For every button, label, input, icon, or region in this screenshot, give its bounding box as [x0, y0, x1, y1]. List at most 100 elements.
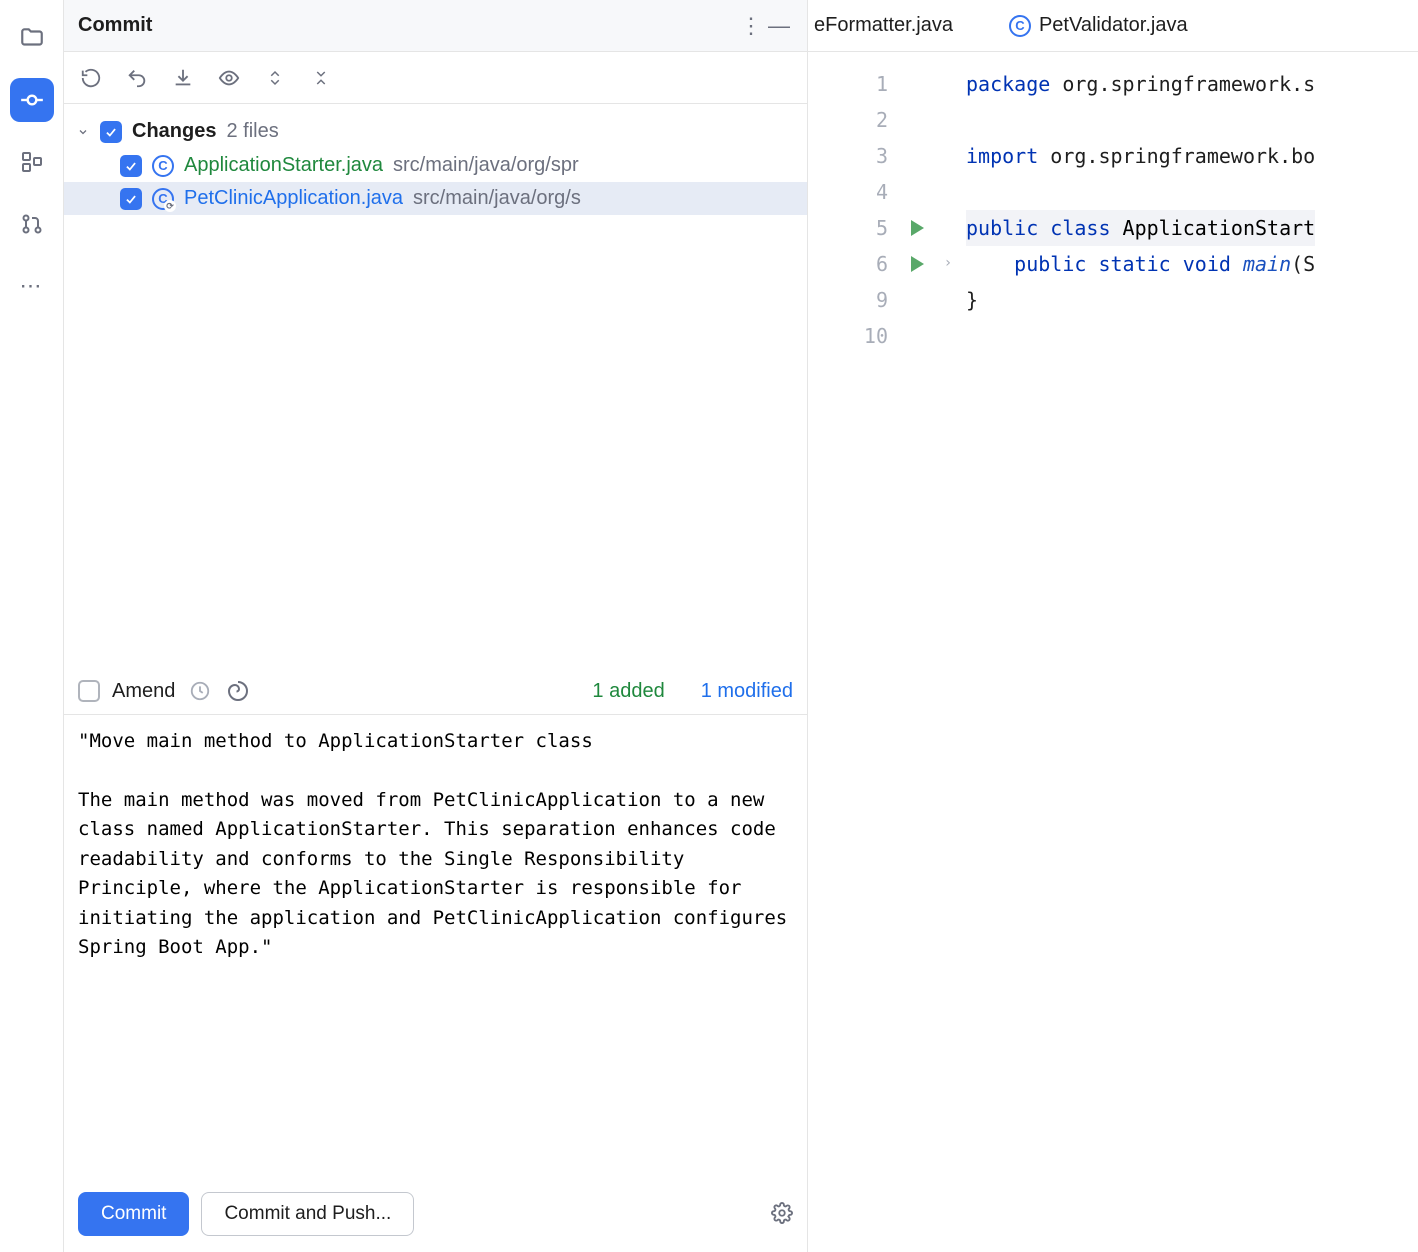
run-icon: [911, 220, 924, 236]
changed-file-row[interactable]: C ApplicationStarter.java src/main/java/…: [64, 149, 807, 182]
clock-icon: [189, 680, 211, 702]
line-number: 4: [808, 174, 888, 210]
line-number: 9: [808, 282, 888, 318]
kebab-icon: ⋮: [740, 13, 762, 39]
fold-gutter: ›: [936, 52, 960, 1252]
group-by-button[interactable]: [308, 65, 334, 91]
rollback-button[interactable]: [124, 65, 150, 91]
ai-assist-button[interactable]: [225, 678, 251, 704]
history-button[interactable]: [187, 678, 213, 704]
pull-request-icon: [20, 212, 44, 236]
changes-tree: Changes 2 files C ApplicationStarter.jav…: [64, 104, 807, 221]
eye-icon: [217, 67, 241, 89]
run-gutter-cell[interactable]: [898, 246, 936, 282]
code-line: public static void main(S: [966, 246, 1315, 282]
commit-panel: Commit ⋮ — Changes 2 files C Application…: [64, 0, 808, 1252]
minimize-icon: —: [768, 13, 790, 39]
run-gutter-cell: [898, 282, 936, 318]
line-number: 5: [808, 210, 888, 246]
changes-group-checkbox[interactable]: [100, 121, 122, 143]
commit-tool-button[interactable]: [10, 78, 54, 122]
chevron-down-icon: [76, 125, 90, 139]
amend-checkbox[interactable]: [78, 680, 100, 702]
fold-gutter-cell: [936, 66, 960, 102]
run-icon: [911, 256, 924, 272]
fold-gutter-cell: [936, 210, 960, 246]
commit-node-icon: [19, 87, 45, 113]
structure-tool-button[interactable]: [10, 140, 54, 184]
tab-petvalidator[interactable]: C PetValidator.java: [981, 0, 1216, 51]
expand-collapse-button[interactable]: [262, 65, 288, 91]
line-number: 3: [808, 138, 888, 174]
editor-tab-bar: eFormatter.java C PetValidator.java: [808, 0, 1418, 52]
fold-gutter-cell[interactable]: ›: [936, 246, 960, 282]
commit-toolbar: [64, 52, 807, 104]
structure-icon: [20, 150, 44, 174]
refresh-icon: [80, 67, 102, 89]
line-number: 2: [808, 102, 888, 138]
ellipsis-icon: ⋯: [20, 273, 44, 299]
class-icon: C: [1009, 15, 1031, 37]
code-line: [966, 102, 1315, 138]
line-number: 10: [808, 318, 888, 354]
line-number-gutter: 123456910: [808, 52, 898, 1252]
code-line: public class ApplicationStart: [966, 210, 1315, 246]
diff-preview-button[interactable]: [216, 65, 242, 91]
collapse-icon: [312, 67, 330, 89]
line-number: 6: [808, 246, 888, 282]
fold-gutter-cell: [936, 282, 960, 318]
shelve-button[interactable]: [170, 65, 196, 91]
code-area[interactable]: package org.springframework.s import org.…: [960, 52, 1315, 1252]
panel-title: Commit: [78, 14, 737, 37]
commit-message-input[interactable]: [64, 714, 807, 1180]
fold-gutter-cell: [936, 174, 960, 210]
file-path: src/main/java/org/s: [413, 187, 581, 210]
amend-bar: Amend 1 added 1 modified: [64, 662, 807, 714]
file-path: src/main/java/org/spr: [393, 154, 579, 177]
commit-footer: Commit Commit and Push...: [64, 1180, 807, 1252]
fold-gutter-cell: [936, 318, 960, 354]
file-checkbox[interactable]: [120, 155, 142, 177]
commit-panel-header: Commit ⋮ —: [64, 0, 807, 52]
line-number: 1: [808, 66, 888, 102]
changes-file-count: 2 files: [226, 120, 278, 143]
code-line: import org.springframework.bo: [966, 138, 1315, 174]
tab-label: PetValidator.java: [1039, 14, 1188, 37]
fold-gutter-cell: [936, 138, 960, 174]
gear-icon: [771, 1202, 793, 1224]
code-line: [966, 318, 1315, 354]
changes-group-header[interactable]: Changes 2 files: [64, 114, 807, 149]
pull-requests-tool-button[interactable]: [10, 202, 54, 246]
tab-label: eFormatter.java: [814, 14, 953, 37]
code-line: }: [966, 282, 1315, 318]
tab-formatter[interactable]: eFormatter.java: [808, 0, 981, 51]
changes-group-title: Changes: [132, 120, 216, 143]
commit-settings-button[interactable]: [771, 1202, 793, 1227]
file-name: PetClinicApplication.java: [184, 187, 403, 210]
panel-minimize-button[interactable]: —: [765, 12, 793, 40]
run-gutter-cell: [898, 174, 936, 210]
file-checkbox[interactable]: [120, 188, 142, 210]
editor-area: eFormatter.java C PetValidator.java 1234…: [808, 0, 1418, 1252]
panel-options-button[interactable]: ⋮: [737, 12, 765, 40]
refresh-button[interactable]: [78, 65, 104, 91]
commit-and-push-button[interactable]: Commit and Push...: [201, 1192, 414, 1236]
code-line: package org.springframework.s: [966, 66, 1315, 102]
changed-file-row[interactable]: C⟳ PetClinicApplication.java src/main/ja…: [64, 182, 807, 215]
run-gutter-cell: [898, 318, 936, 354]
class-icon: C: [152, 155, 174, 177]
folder-icon: [19, 25, 45, 51]
added-count: 1 added: [592, 680, 664, 703]
run-gutter-cell: [898, 66, 936, 102]
more-tool-button[interactable]: ⋯: [10, 264, 54, 308]
run-gutter-cell[interactable]: [898, 210, 936, 246]
left-tool-rail: ⋯: [0, 0, 64, 1252]
commit-button[interactable]: Commit: [78, 1192, 189, 1236]
run-gutter-cell: [898, 138, 936, 174]
editor-body: 123456910 › package org.springframework.…: [808, 52, 1418, 1252]
modified-count: 1 modified: [701, 680, 793, 703]
run-gutter: [898, 52, 936, 1252]
class-icon: C⟳: [152, 188, 174, 210]
amend-label: Amend: [112, 680, 175, 703]
project-tool-button[interactable]: [10, 16, 54, 60]
